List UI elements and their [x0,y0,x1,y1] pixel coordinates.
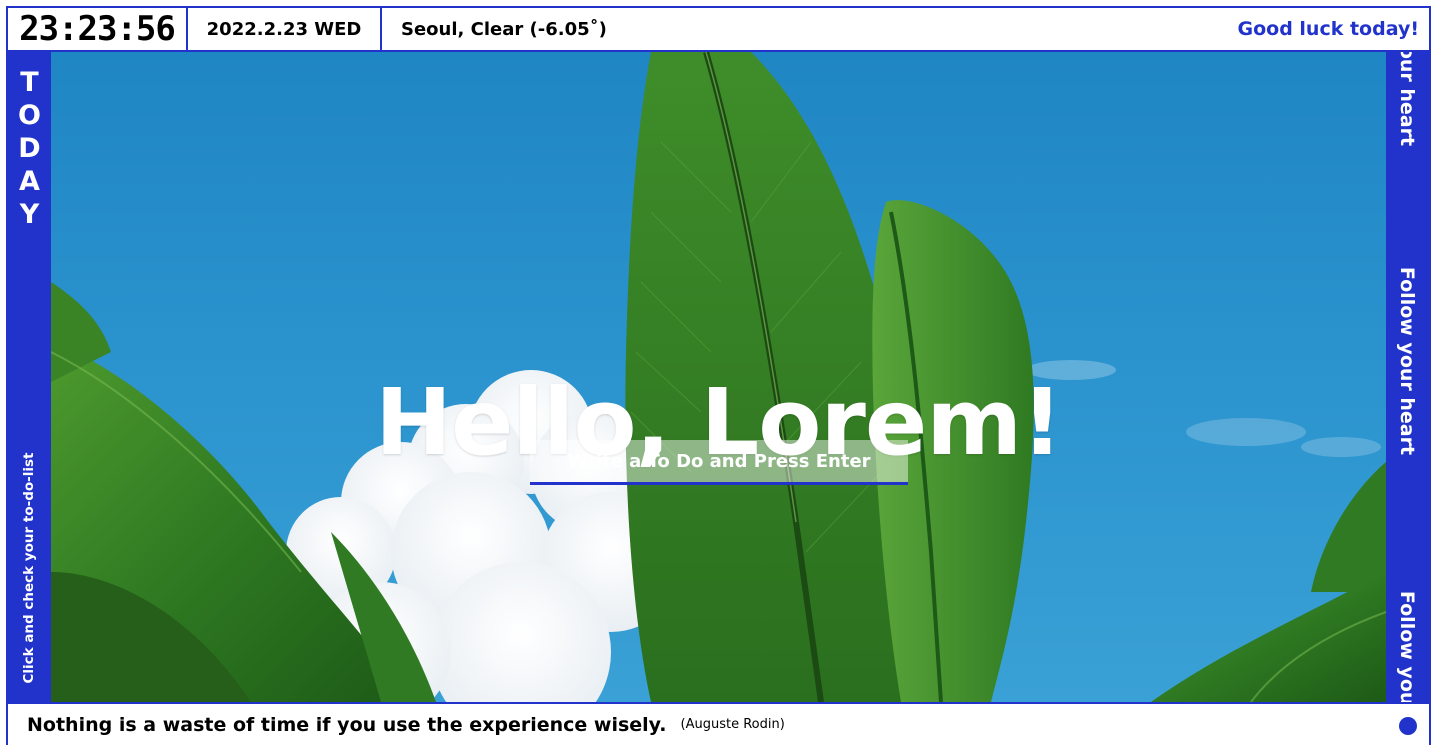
marquee-text: Follow your heart [1396,266,1418,456]
right-sidebar: Follow your heart Follow your heart Foll… [1386,52,1429,702]
greeting-message: Good luck today! [1237,18,1420,40]
marquee-text: Follow your heart [1396,52,1418,147]
date-display: 2022.2.23 WED [188,8,382,50]
quote-bar: Nothing is a waste of time if you use th… [8,702,1429,745]
today-letter: O [18,100,41,131]
marquee-text: Follow your heart [1396,590,1418,702]
today-letter: D [18,133,41,164]
today-letter: T [20,67,39,98]
today-letter: A [19,166,40,197]
status-dot-icon[interactable] [1399,717,1417,735]
top-bar: 23:23:56 2022.2.23 WED Seoul, Clear (-6.… [8,8,1429,52]
quote-text: Nothing is a waste of time if you use th… [27,713,667,736]
far-right-leaf [1151,462,1386,702]
quote-author: (Auguste Rodin) [680,717,785,732]
todo-list-toggle-label: Click and check your to-do-list [21,452,37,684]
left-sidebar: T O D A Y Click and check your to-do-lis… [8,52,51,702]
todo-input[interactable] [530,440,908,485]
todo-list-toggle[interactable]: Click and check your to-do-list [8,452,51,684]
hero-background: Hello, Lorem! [51,52,1386,702]
weather-display: Seoul, Clear (-6.05˚) [401,18,607,40]
today-title: T O D A Y [8,66,51,231]
today-letter: Y [19,199,40,230]
clock: 23:23:56 [8,8,188,50]
